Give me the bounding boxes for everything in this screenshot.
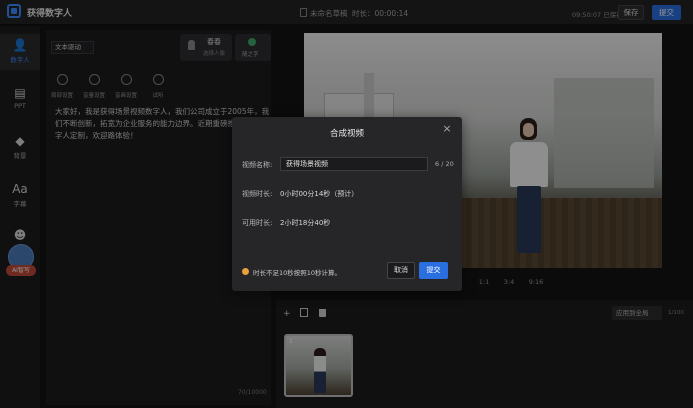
compose-video-dialog: 合成视频 × 视频名称: 获得场景视频 6 / 20 视频时长: 0小时00分1…	[232, 117, 462, 291]
warning-icon	[242, 268, 249, 275]
available-duration-value: 2小时18分40秒	[280, 219, 331, 227]
video-duration-label: 视频时长:	[242, 190, 273, 198]
video-name-count: 6 / 20	[435, 160, 454, 168]
video-duration-value: 0小时00分14秒（预计）	[280, 190, 359, 198]
close-icon[interactable]: ×	[441, 123, 453, 135]
cancel-button[interactable]: 取消	[387, 262, 415, 279]
video-name-input[interactable]: 获得场景视频	[280, 157, 428, 171]
video-name-label: 视频名称:	[242, 161, 273, 169]
available-duration-label: 可用时长:	[242, 219, 273, 227]
duration-warning: 时长不足10秒按照10秒计算。	[253, 269, 342, 277]
dialog-title: 合成视频	[329, 129, 364, 139]
confirm-submit-button[interactable]: 提交	[419, 262, 448, 279]
